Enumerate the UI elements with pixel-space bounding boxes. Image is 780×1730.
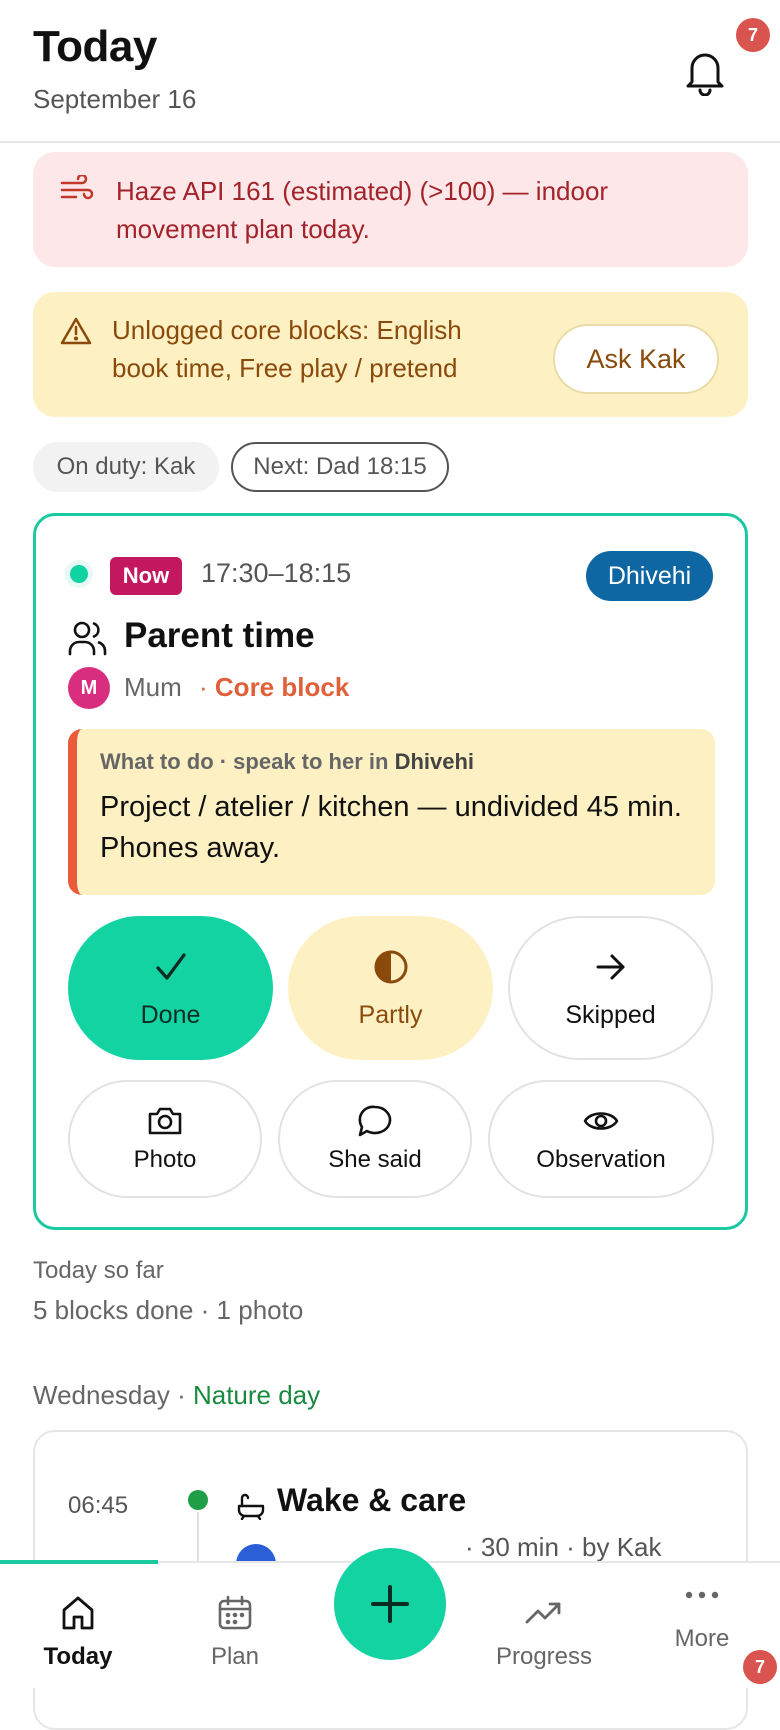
home-icon bbox=[60, 1593, 96, 1633]
on-duty-chip: On duty: Kak bbox=[33, 442, 219, 492]
done-button[interactable]: Done bbox=[68, 916, 273, 1060]
what-to-do-language: Dhivehi bbox=[394, 749, 475, 774]
add-button[interactable] bbox=[334, 1548, 446, 1660]
partly-label: Partly bbox=[358, 1000, 423, 1029]
she-said-label: She said bbox=[328, 1146, 422, 1173]
observation-button[interactable]: Observation bbox=[488, 1080, 714, 1198]
timeline-meta: · 30 min · by Kak bbox=[465, 1532, 662, 1562]
haze-alert-text: Haze API 161 (estimated) (>100) — indoor… bbox=[116, 176, 609, 244]
day-theme: Nature day bbox=[192, 1380, 321, 1410]
nav-more-label: More bbox=[674, 1625, 730, 1652]
nav-progress[interactable]: Progress bbox=[466, 1593, 622, 1671]
nav-more[interactable]: More bbox=[624, 1575, 780, 1653]
wind-icon bbox=[60, 173, 96, 210]
core-block-label: Core block bbox=[214, 672, 350, 702]
haze-alert: Haze API 161 (estimated) (>100) — indoor… bbox=[33, 152, 748, 267]
timeline-time: 06:45 bbox=[68, 1492, 129, 1519]
ask-kak-button[interactable]: Ask Kak bbox=[553, 324, 719, 394]
camera-icon bbox=[147, 1104, 183, 1138]
skipped-button[interactable]: Skipped bbox=[508, 916, 713, 1060]
what-to-do-text: Project / atelier / kitchen — undivided … bbox=[100, 791, 682, 864]
done-label: Done bbox=[140, 1000, 201, 1029]
bell-icon bbox=[686, 53, 724, 97]
app-header: Today September 16 7 bbox=[0, 0, 780, 143]
unlogged-core-text: Unlogged core blocks: English book time,… bbox=[112, 315, 462, 383]
photo-button[interactable]: Photo bbox=[68, 1080, 262, 1198]
block-person: Mum bbox=[124, 672, 182, 702]
notifications-button[interactable] bbox=[684, 48, 726, 97]
observation-label: Observation bbox=[536, 1146, 666, 1173]
page-title: Today bbox=[33, 22, 157, 71]
what-to-do-label: What to do · speak to her in Dhivehi bbox=[100, 749, 474, 775]
timeline-dot bbox=[188, 1490, 208, 1510]
eye-icon bbox=[583, 1104, 619, 1138]
tag-separator: · bbox=[199, 672, 208, 702]
block-time-range: 17:30–18:15 bbox=[201, 558, 352, 588]
avatar: M bbox=[68, 667, 110, 709]
core-block-tag: · Core block bbox=[199, 672, 349, 703]
she-said-button[interactable]: She said bbox=[278, 1080, 472, 1198]
what-to-do-prefix: What to do · speak to her in bbox=[100, 749, 395, 774]
nav-plan-label: Plan bbox=[210, 1643, 260, 1670]
day-weekday: Wednesday bbox=[33, 1380, 170, 1410]
arrow-right-icon bbox=[595, 947, 627, 987]
next-duty-chip[interactable]: Next: Dad 18:15 bbox=[231, 442, 449, 492]
partly-button[interactable]: Partly bbox=[288, 916, 493, 1060]
plus-icon bbox=[371, 1585, 409, 1623]
active-tab-indicator bbox=[0, 1560, 158, 1564]
page-date: September 16 bbox=[33, 84, 197, 114]
nav-today[interactable]: Today bbox=[0, 1593, 156, 1671]
trend-icon bbox=[525, 1593, 563, 1633]
half-circle-icon bbox=[373, 947, 409, 987]
now-badge: Now bbox=[110, 557, 182, 595]
timeline-title: Wake & care bbox=[277, 1482, 467, 1518]
skipped-label: Skipped bbox=[565, 1000, 656, 1029]
people-icon bbox=[68, 619, 108, 662]
nav-progress-label: Progress bbox=[495, 1643, 593, 1670]
summary-label: Today so far bbox=[33, 1257, 164, 1284]
unlogged-core-alert: Unlogged core blocks: English book time,… bbox=[33, 292, 748, 417]
warning-triangle-icon bbox=[60, 316, 92, 351]
notification-badge: 7 bbox=[736, 18, 770, 52]
speech-bubble-icon bbox=[357, 1104, 393, 1138]
ellipsis-icon bbox=[684, 1575, 720, 1615]
day-separator: · bbox=[169, 1380, 193, 1410]
calendar-icon bbox=[217, 1593, 253, 1633]
nav-today-label: Today bbox=[43, 1643, 113, 1670]
day-heading: Wednesday · Nature day bbox=[33, 1380, 320, 1411]
photo-label: Photo bbox=[133, 1146, 197, 1173]
check-icon bbox=[155, 947, 187, 987]
current-block-card: Now 17:30–18:15 Dhivehi Parent time M Mu… bbox=[33, 513, 748, 1230]
bath-icon bbox=[236, 1492, 266, 1525]
summary-value: 5 blocks done · 1 photo bbox=[33, 1295, 304, 1325]
nav-plan[interactable]: Plan bbox=[157, 1593, 313, 1671]
language-pill[interactable]: Dhivehi bbox=[586, 551, 713, 601]
live-indicator bbox=[65, 560, 93, 588]
more-badge: 7 bbox=[743, 1650, 777, 1684]
block-title: Parent time bbox=[124, 616, 315, 655]
what-to-do-panel: What to do · speak to her in Dhivehi Pro… bbox=[68, 729, 715, 895]
